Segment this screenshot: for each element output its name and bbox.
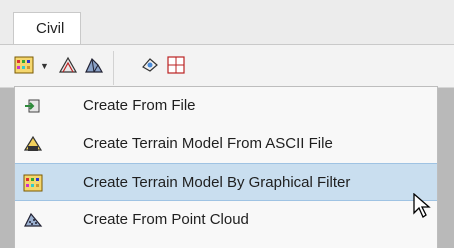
ribbon-tab-strip: Civil — [0, 0, 454, 45]
menu-item-create-from-file[interactable]: Create From File — [15, 87, 437, 125]
terrain-file-icon[interactable] — [58, 55, 78, 75]
menu-item-create-terrain-from-ascii[interactable]: Create Terrain Model From ASCII File — [15, 125, 437, 163]
graphical-filter-icon — [23, 174, 43, 192]
import-file-icon — [25, 99, 40, 113]
tab-civil-label: Civil — [36, 20, 65, 37]
tab-civil[interactable]: Civil — [13, 12, 81, 45]
ascii-file-icon — [23, 135, 43, 151]
menu-item-label: Create Terrain Model By Graphical Filter — [83, 174, 351, 191]
menu-item-label: Create From Point Cloud — [83, 211, 249, 228]
menu-item-label: Create From File — [83, 97, 196, 114]
terrain-model-icon[interactable] — [84, 55, 104, 75]
ribbon-separator — [113, 51, 114, 85]
menu-item-create-from-point-cloud[interactable]: Create From Point Cloud — [15, 201, 437, 239]
terrain-filter-icon[interactable] — [14, 55, 34, 75]
view-icon[interactable] — [140, 55, 160, 75]
menu-item-label: Create Terrain Model From ASCII File — [83, 135, 333, 152]
chart-icon[interactable] — [166, 55, 186, 75]
mouse-cursor-icon — [413, 193, 431, 218]
point-cloud-icon — [24, 212, 43, 227]
ribbon-toolbar: ▼ — [0, 44, 454, 88]
menu-item-create-terrain-by-graphical-filter[interactable]: Create Terrain Model By Graphical Filter — [15, 163, 437, 201]
create-terrain-dropdown-menu: Create From File Create Terrain Model Fr… — [14, 86, 438, 248]
dropdown-arrow-icon[interactable]: ▼ — [40, 61, 49, 71]
